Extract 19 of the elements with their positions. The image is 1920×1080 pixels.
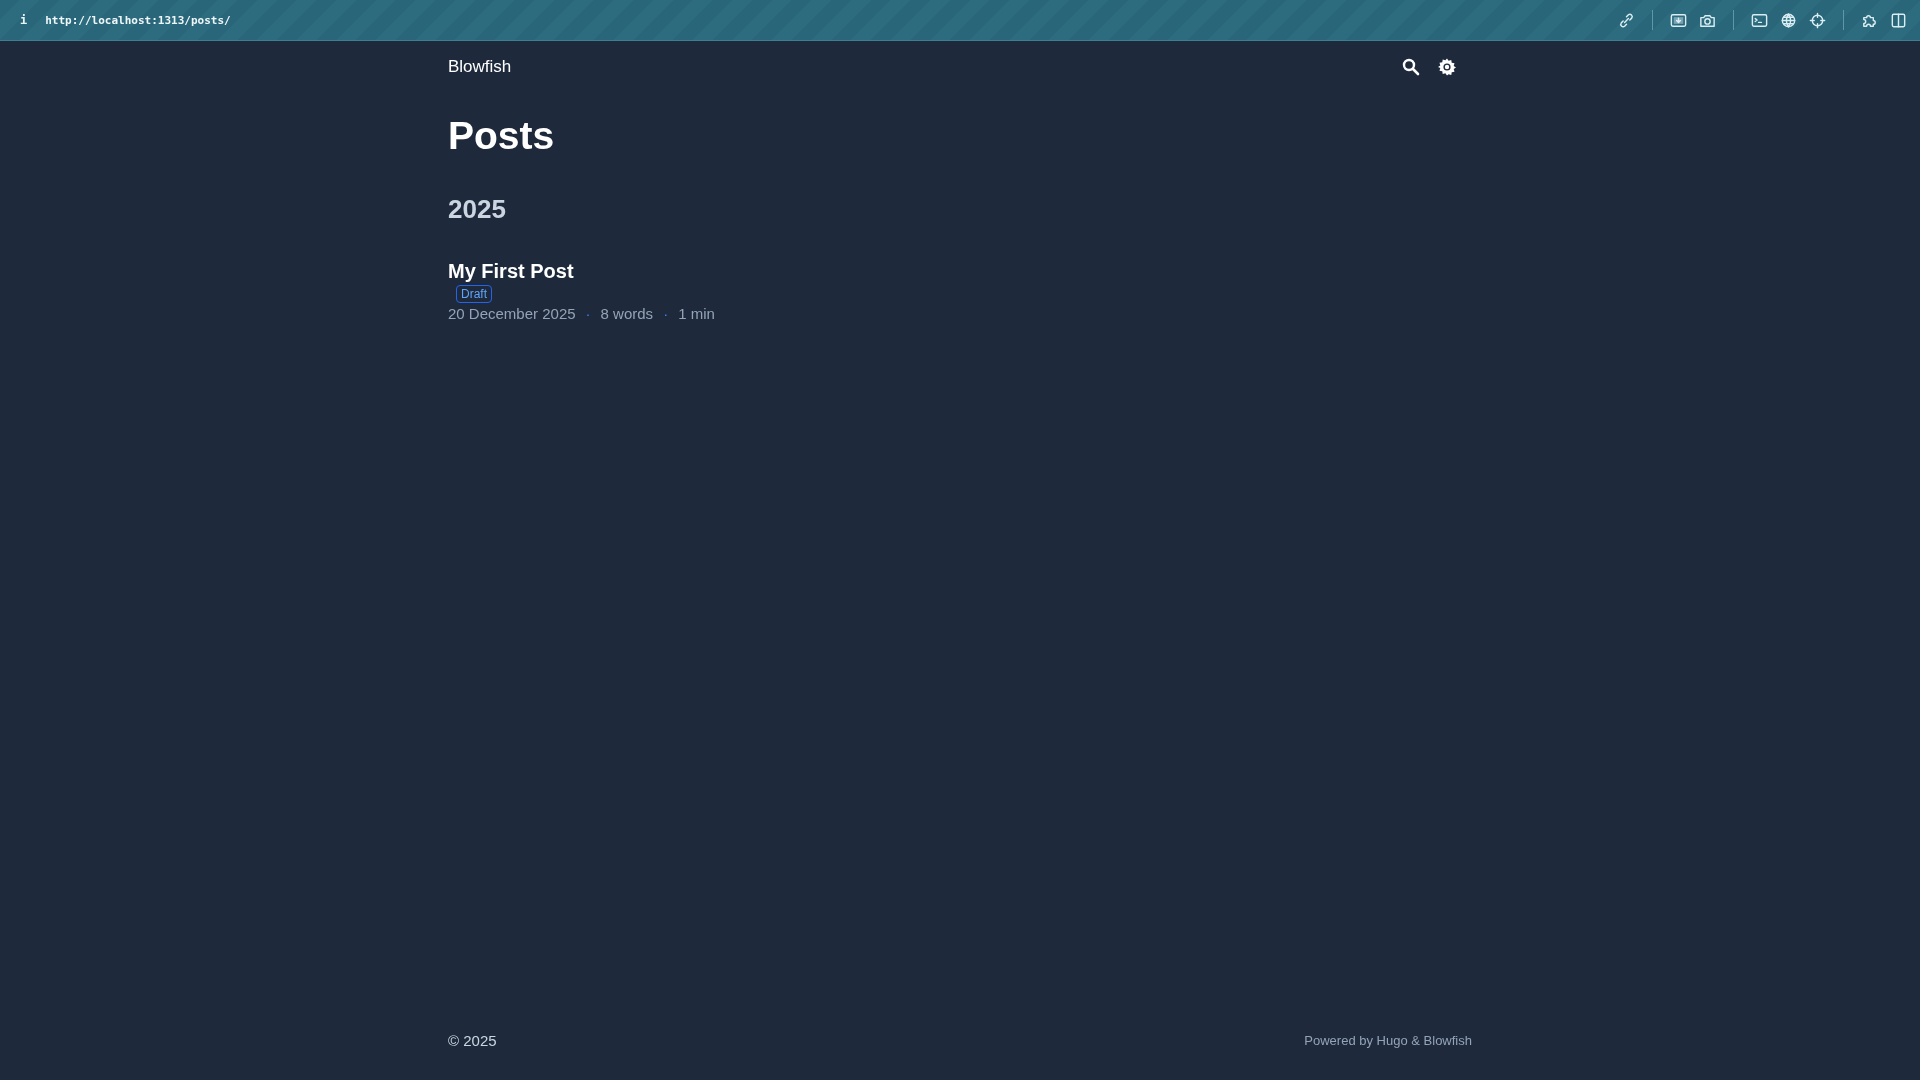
meta-separator: · [663, 304, 669, 324]
search-icon[interactable] [1401, 57, 1421, 77]
post-meta: 8 words [600, 304, 654, 324]
crosshair-icon[interactable] [1808, 10, 1827, 30]
info-icon[interactable]: i [16, 13, 32, 27]
draft-badge: Draft [456, 285, 492, 303]
footer-link[interactable]: Hugo [1376, 1032, 1408, 1048]
post-meta: 20 December 2025 [448, 304, 576, 324]
meta-separator: · [585, 304, 591, 324]
copyright-text: © 2025 [448, 1031, 497, 1049]
page-title: Posts [448, 113, 556, 159]
site-title-link[interactable]: Blowfish [448, 57, 512, 77]
footer-link[interactable]: Blowfish [1423, 1032, 1472, 1048]
post-title-link[interactable]: My First Post [448, 259, 574, 283]
gear-icon[interactable] [1437, 57, 1457, 77]
url-field[interactable]: http://localhost:1313/posts/ [45, 13, 231, 27]
post-meta: 1 min [678, 304, 715, 324]
year-heading: 2025 [448, 193, 507, 225]
powered-by-text: Powered by Hugo & Blowfish [1304, 1032, 1472, 1048]
